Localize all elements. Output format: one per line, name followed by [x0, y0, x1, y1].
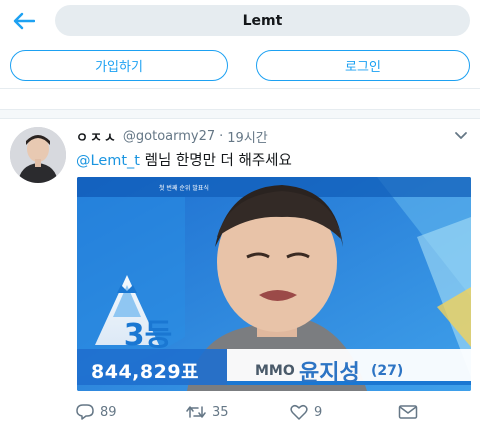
tweet-header: ㅇㅈㅅ @gotoarmy27 · 19시간	[76, 127, 268, 146]
search-query: Lemt	[242, 12, 283, 29]
avatar-image	[10, 127, 66, 183]
login-button[interactable]: 로그인	[256, 50, 470, 81]
tweet-text: @Lemt_t 렘님 한명만 더 해주세요	[76, 149, 292, 170]
dm-icon	[398, 405, 418, 419]
search-input[interactable]: Lemt	[55, 5, 470, 36]
tweet-body: 렘님 한명만 더 해주세요	[140, 153, 292, 169]
mention-link[interactable]: @Lemt_t	[76, 153, 140, 169]
reply-button[interactable]: 89	[76, 401, 117, 423]
back-button[interactable]	[10, 8, 38, 34]
divider	[0, 88, 480, 89]
avatar[interactable]	[10, 127, 66, 183]
timestamp[interactable]: 19시간	[227, 127, 267, 146]
media-agency: MMO	[255, 363, 295, 379]
signup-button[interactable]: 가입하기	[10, 50, 228, 81]
tweet-menu-button[interactable]	[452, 127, 470, 145]
tweet-actions: 89 35 9	[76, 401, 470, 423]
chevron-down-icon	[455, 132, 467, 139]
tweet[interactable]: ㅇㅈㅅ @gotoarmy27 · 19시간 @Lemt_t 렘님 한명만 더 …	[0, 119, 480, 435]
retweet-icon	[186, 406, 206, 418]
like-button[interactable]: 9	[290, 401, 322, 423]
media-name: 윤지성	[299, 361, 360, 386]
media-banner-text: 첫 번째 순위 발표식	[159, 185, 209, 192]
reply-count: 89	[100, 404, 117, 420]
separator-dot: ·	[219, 128, 224, 144]
section-separator	[0, 109, 480, 119]
retweet-count: 35	[212, 404, 229, 420]
like-icon	[290, 404, 308, 420]
tweet-media[interactable]: 첫 번째 순위 발표식 3등 844,829표 MMO 윤지성 (27)	[77, 177, 471, 391]
back-arrow-icon	[13, 12, 35, 30]
like-count: 9	[314, 404, 323, 420]
reply-icon	[76, 404, 94, 420]
auth-buttons: 가입하기 로그인	[0, 47, 480, 87]
retweet-button[interactable]: 35	[186, 401, 229, 423]
media-votes: 844,829표	[91, 361, 200, 383]
media-rank: 3등	[123, 318, 173, 353]
display-name[interactable]: ㅇㅈㅅ	[76, 127, 118, 146]
media-age: (27)	[371, 363, 404, 379]
top-bar: Lemt	[0, 0, 480, 42]
direct-message-button[interactable]	[398, 401, 424, 423]
user-handle[interactable]: @gotoarmy27	[123, 129, 215, 144]
